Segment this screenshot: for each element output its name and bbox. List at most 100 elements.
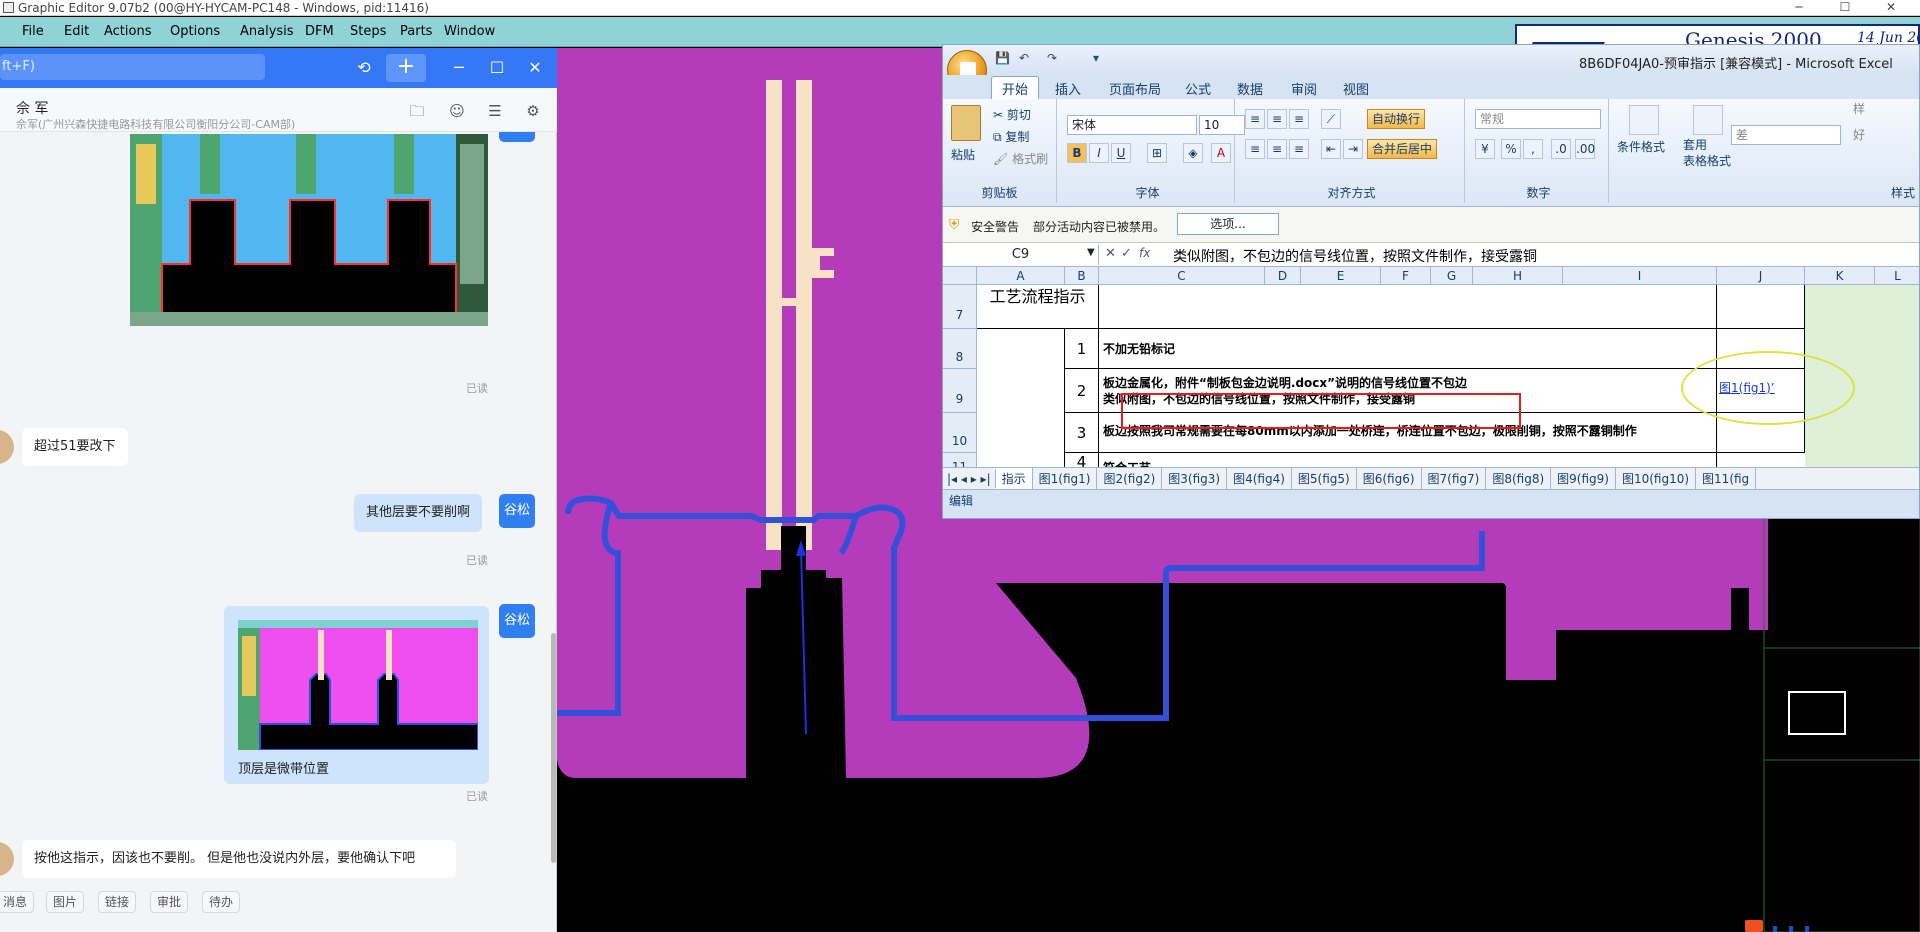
worksheet-grid[interactable]: A B C D E F G H I J K L 7 8 9 10 11 工艺流程… [943, 267, 1919, 467]
bold-button[interactable]: B [1067, 143, 1087, 163]
style-good-cell[interactable]: 好 [1853, 125, 1865, 145]
underline-button[interactable]: U [1111, 143, 1131, 163]
column-header[interactable]: E [1301, 267, 1381, 285]
sheet-tab-fig10[interactable]: 图10(fig10) [1616, 468, 1697, 489]
tab-messages[interactable]: 消息 [0, 891, 35, 913]
format-as-table-icon[interactable] [1693, 105, 1723, 135]
cell-c11[interactable]: 符合工艺 [1099, 453, 1717, 467]
message-list[interactable]: 已读 超过51要改下 其他层要不要削啊 谷松 已读 顶层是微带位置 谷松 已读 … [0, 132, 557, 912]
maximize-icon[interactable]: ☐ [485, 56, 509, 80]
close-icon[interactable]: ✕ [523, 56, 547, 80]
tab-images[interactable]: 图片 [46, 891, 85, 913]
conditional-format-button[interactable]: 条件格式 [1617, 137, 1665, 157]
copy-button[interactable]: ⧉ 复制 [993, 127, 1029, 147]
add-contact-icon[interactable]: ☺ [446, 100, 468, 122]
style-normal-cell[interactable]: 样 [1853, 99, 1865, 119]
column-header[interactable]: L [1875, 267, 1919, 285]
sheet-tab-fig11[interactable]: 图11(fig [1696, 468, 1757, 489]
sheet-tab-fig3[interactable]: 图3(fig3) [1162, 468, 1228, 489]
minimize-icon[interactable]: ─ [447, 56, 471, 80]
paste-icon[interactable] [951, 105, 981, 141]
save-icon[interactable]: 💾 [995, 51, 1010, 65]
row-header[interactable]: 9 [943, 369, 977, 413]
settings-gear-icon[interactable]: ⚙ [522, 100, 544, 122]
cut-button[interactable]: ✂ 剪切 [993, 105, 1031, 125]
ge-menu-edit[interactable]: Edit [64, 24, 89, 39]
image-message-thumbnail[interactable] [130, 134, 488, 326]
cell-b9[interactable]: 2 [1065, 369, 1099, 413]
insert-function-icon[interactable]: fx [1139, 246, 1150, 260]
column-header[interactable]: D [1265, 267, 1301, 285]
cancel-formula-icon[interactable]: ✕ [1105, 246, 1116, 261]
column-header[interactable]: C [1099, 267, 1265, 285]
sheet-tab-fig1[interactable]: 图1(fig1) [1033, 468, 1098, 489]
format-painter-button[interactable]: 🖌 格式刷 [993, 149, 1048, 169]
ge-minimize-button[interactable]: ─ [1776, 0, 1822, 16]
sheet-tab-fig2[interactable]: 图2(fig2) [1097, 468, 1163, 489]
tab-data[interactable]: 数据 [1237, 79, 1263, 98]
chat-search-input[interactable]: ft+F) [0, 54, 265, 80]
currency-icon[interactable]: ¥ [1475, 139, 1495, 159]
ge-menu-parts[interactable]: Parts [400, 24, 432, 39]
row-header[interactable]: 7 [943, 285, 977, 329]
ge-menu-window[interactable]: Window [444, 24, 495, 39]
fill-color-icon[interactable]: ◈ [1183, 143, 1203, 163]
tab-view[interactable]: 视图 [1343, 79, 1369, 98]
sheet-tab-fig8[interactable]: 图8(fig8) [1486, 468, 1552, 489]
chat-scrollbar[interactable] [551, 633, 556, 863]
tab-review[interactable]: 审阅 [1291, 79, 1317, 98]
tab-approval[interactable]: 审批 [150, 891, 189, 913]
row-header[interactable]: 11 [943, 453, 977, 467]
column-header[interactable]: F [1381, 267, 1431, 285]
qat-customize-icon[interactable]: ▾ [1093, 51, 1099, 65]
align-left-icon[interactable]: ≡ [1245, 139, 1265, 159]
column-header[interactable]: B [1065, 267, 1099, 285]
tab-formulas[interactable]: 公式 [1185, 79, 1211, 98]
add-button[interactable]: + [386, 54, 426, 82]
sheet-tab-fig5[interactable]: 图5(fig5) [1292, 468, 1357, 489]
wrap-text-button[interactable]: 自动换行 [1367, 109, 1426, 129]
security-options-button[interactable]: 选项... [1177, 213, 1279, 235]
decrease-indent-icon[interactable]: ⇤ [1321, 139, 1341, 159]
name-box-dropdown-icon[interactable]: ▼ [1087, 247, 1095, 258]
select-all-corner[interactable] [943, 267, 977, 285]
ge-menu-analysis[interactable]: Analysis [240, 24, 294, 39]
ge-menu-file[interactable]: File [22, 24, 44, 39]
ge-menu-dfm[interactable]: DFM [305, 24, 334, 39]
italic-button[interactable]: I [1089, 143, 1109, 163]
ge-close-button[interactable]: ✕ [1868, 0, 1914, 16]
image-message-thumbnail[interactable] [238, 620, 479, 751]
cell-c8[interactable]: 不加无铅标记 [1099, 329, 1717, 369]
increase-decimal-icon[interactable]: .0 [1551, 139, 1571, 159]
name-box[interactable]: C9 [943, 245, 1099, 265]
ge-menu-options[interactable]: Options [170, 24, 220, 39]
font-name-select[interactable]: 宋体 [1067, 115, 1197, 135]
align-top-icon[interactable]: ≡ [1245, 109, 1265, 129]
history-icon[interactable]: ⟲ [352, 56, 376, 80]
align-right-icon[interactable]: ≡ [1289, 139, 1309, 159]
sheet-nav-icon[interactable]: |◂ ◂ ▸ ▸| [943, 470, 996, 488]
style-bad-cell[interactable]: 差 [1731, 125, 1841, 145]
cell-a7[interactable]: 工艺流程指示 [977, 285, 1099, 329]
cell-c7[interactable] [1099, 285, 1717, 329]
align-center-icon[interactable]: ≡ [1267, 139, 1287, 159]
sheet-tab-instructions[interactable]: 指示 [995, 468, 1033, 489]
decrease-decimal-icon[interactable]: .00 [1575, 139, 1595, 159]
cell-j7[interactable] [1717, 285, 1805, 329]
ge-menu-steps[interactable]: Steps [350, 24, 386, 39]
column-header[interactable]: K [1805, 267, 1875, 285]
row-header[interactable]: 8 [943, 329, 977, 369]
redo-icon[interactable]: ↷ [1047, 51, 1057, 65]
merge-center-button[interactable]: 合并后居中 [1367, 139, 1438, 159]
ge-maximize-button[interactable]: ☐ [1822, 0, 1868, 16]
row-header[interactable]: 10 [943, 413, 977, 453]
percent-icon[interactable]: % [1501, 139, 1521, 159]
cell-b10[interactable]: 3 [1065, 413, 1099, 453]
border-icon[interactable]: ⊞ [1147, 143, 1167, 163]
align-bottom-icon[interactable]: ≡ [1289, 109, 1309, 129]
format-as-table-button[interactable]: 套用 表格格式 [1683, 137, 1731, 168]
increase-indent-icon[interactable]: ⇥ [1343, 139, 1363, 159]
sheet-tab-fig9[interactable]: 图9(fig9) [1551, 468, 1616, 489]
conditional-format-icon[interactable] [1629, 105, 1659, 135]
enter-formula-icon[interactable]: ✓ [1121, 246, 1132, 261]
